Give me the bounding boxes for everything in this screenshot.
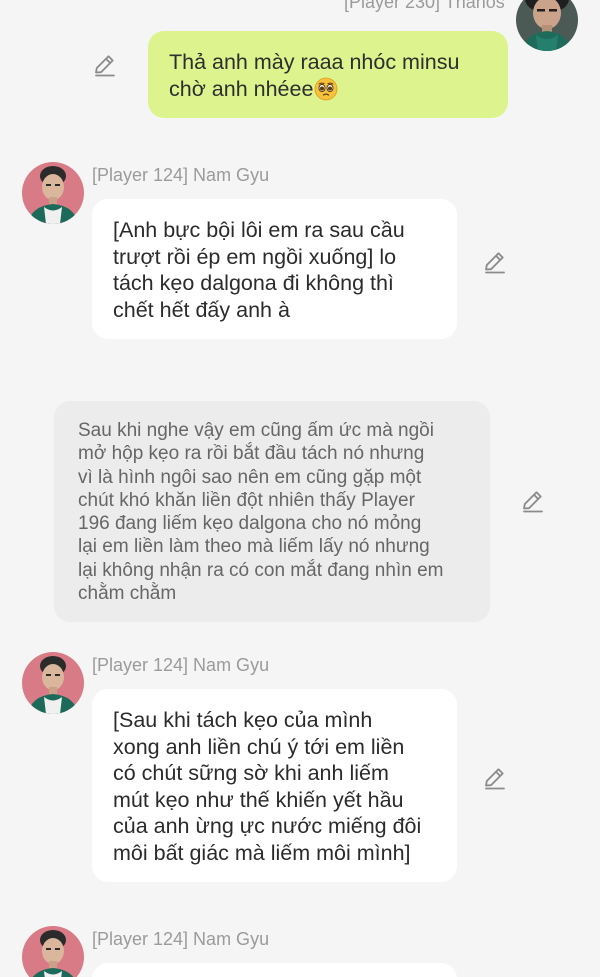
chat-screen: [Player 230] Thanos Thả anh mày raaa nhó… [0, 0, 600, 977]
avatar-nam-gyu[interactable] [22, 926, 84, 977]
message-line: Sau khi nghe vậy em cũng ấm ức mà ngồi [78, 420, 434, 441]
pencil-icon [523, 491, 543, 513]
edit-message-button[interactable] [92, 52, 118, 78]
message-line: mút kẹo như thế khiến yết hầu [113, 787, 404, 812]
message-bubble-character[interactable]: [Anh bực bội lôi em ra sau cầu trượt rồi… [92, 199, 457, 339]
message-text: chờ anh nhéee [169, 76, 314, 101]
message-line: chút khó khăn liền đột nhiên thấy Player [78, 489, 415, 511]
pencil-icon [485, 252, 505, 274]
pencil-icon [485, 768, 505, 790]
message-bubble-narration[interactable]: Sau khi nghe vậy em cũng ấm ức mà ngồi m… [54, 401, 490, 622]
pleading-face-emoji [315, 77, 338, 100]
message-line: lại không nhận ra có con mắt đang nhìn e… [78, 559, 444, 581]
message-line-last: chờ anh nhéee [169, 76, 508, 103]
message-line: trượt rồi ép em ngồi xuống] lo [113, 244, 397, 269]
message-line: xong anh liền chú ý tới em liền [113, 734, 405, 759]
sender-name-nam-gyu: [Player 124] Nam Gyu [92, 929, 270, 949]
avatar-nam-gyu[interactable] [22, 162, 84, 224]
message-line: chết hết đấy anh à [113, 297, 290, 322]
avatar-nam-gyu[interactable] [22, 652, 84, 714]
edit-message-button[interactable] [520, 488, 546, 514]
edit-message-button[interactable] [482, 765, 508, 791]
message-bubble-user[interactable]: Thả anh mày raaa nhóc minsu chờ anh nhée… [148, 31, 508, 118]
message-line: Thả anh mày raaa nhóc minsu [169, 50, 460, 74]
message-bubble-character[interactable]: [Sau khi tách kẹo của mình xong anh liền… [92, 689, 457, 882]
message-bubble-character[interactable] [92, 963, 457, 977]
message-line: chằm chằm [78, 583, 177, 605]
message-line: tách kẹo dalgona đi không thì [113, 271, 394, 295]
message-line: vì là hình ngôi sao nên em cũng gặp một [78, 466, 422, 488]
sender-name-nam-gyu: [Player 124] Nam Gyu [92, 655, 270, 675]
message-line: [Anh bực bội lôi em ra sau cầu [113, 218, 405, 242]
message-line: lại em liền làm theo mà liếm lấy nó nhưn… [78, 536, 430, 558]
message-line: có chút sững sờ khi anh liếm [113, 761, 389, 785]
message-line: mở hộp kẹo ra rồi bắt đầu tách nó nhưng [78, 443, 425, 465]
message-line: môi bất giác mà liếm môi mình] [113, 840, 411, 865]
edit-message-button[interactable] [482, 249, 508, 275]
message-line: 196 đang liếm kẹo dalgona cho nó mỏng [78, 513, 422, 535]
pencil-icon [95, 55, 115, 77]
sender-name-thanos: [Player 230] Thanos [344, 0, 505, 12]
message-line: [Sau khi tách kẹo của mình [113, 708, 373, 732]
sender-name-nam-gyu: [Player 124] Nam Gyu [92, 165, 270, 185]
message-line: của anh ừng ực nước miếng đôi [113, 814, 422, 838]
avatar-thanos[interactable] [516, 0, 578, 51]
